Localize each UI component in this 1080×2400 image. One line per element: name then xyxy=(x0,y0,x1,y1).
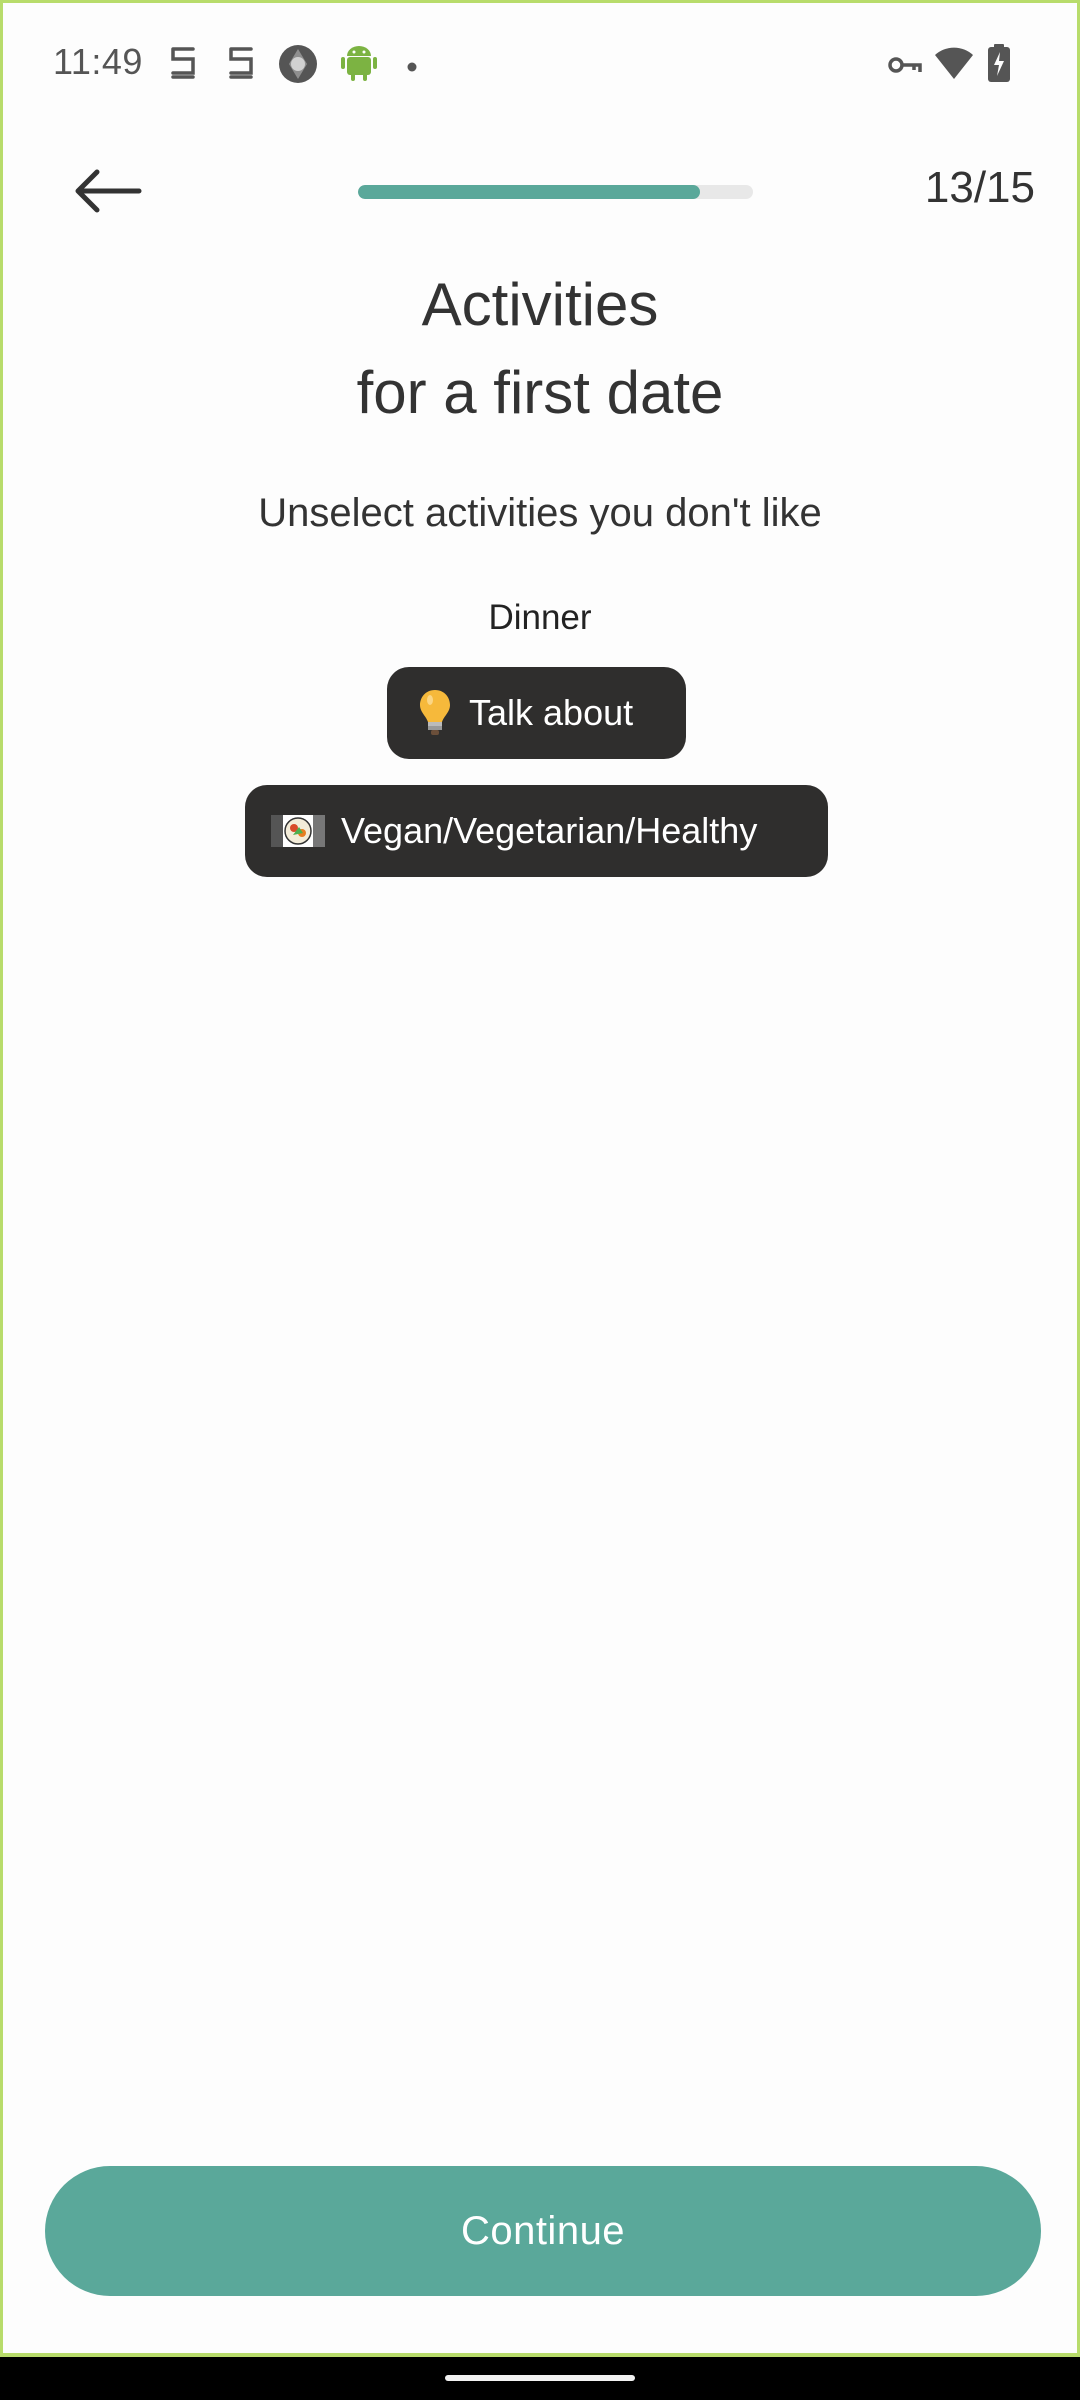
notification-s-icon xyxy=(163,43,203,83)
progress-bar xyxy=(358,185,753,199)
battery-charging-icon xyxy=(987,43,1011,83)
continue-button[interactable]: Continue xyxy=(45,2166,1041,2296)
dot-icon xyxy=(407,59,417,72)
back-button[interactable] xyxy=(63,153,153,233)
status-time: 11:49 xyxy=(53,41,143,82)
section-label-dinner: Dinner xyxy=(488,598,592,637)
lightbulb-icon xyxy=(417,688,453,738)
progress-bar-fill xyxy=(358,185,701,199)
page-title-line-2: for a first date xyxy=(356,359,724,426)
gesture-nav-handle[interactable] xyxy=(445,2375,635,2381)
step-counter: 13/15 xyxy=(924,163,1035,212)
page-subtitle: Unselect activities you don't like xyxy=(258,491,822,535)
chip-label: Talk about xyxy=(469,692,634,733)
arrow-left-icon xyxy=(73,166,143,221)
notification-s-icon xyxy=(221,43,261,83)
vpn-key-icon xyxy=(887,47,923,87)
chip-label: Vegan/Vegetarian/Healthy xyxy=(341,810,758,851)
activity-chip-talk-about[interactable]: Talk about xyxy=(387,667,686,759)
activity-chip-vegan-vegetarian-healthy[interactable]: Vegan/Vegetarian/Healthy xyxy=(245,785,828,877)
app-screen: 11:49 13/15 Activities for a first date … xyxy=(0,0,1080,2357)
camera-shutter-icon xyxy=(277,43,317,83)
vegan-food-icon xyxy=(271,815,325,847)
page-title-line-1: Activities xyxy=(421,271,659,338)
page-title: Activities for a first date xyxy=(3,261,1077,437)
status-bar: 11:49 xyxy=(3,3,1077,123)
android-icon xyxy=(339,43,379,83)
wifi-icon xyxy=(933,43,975,83)
